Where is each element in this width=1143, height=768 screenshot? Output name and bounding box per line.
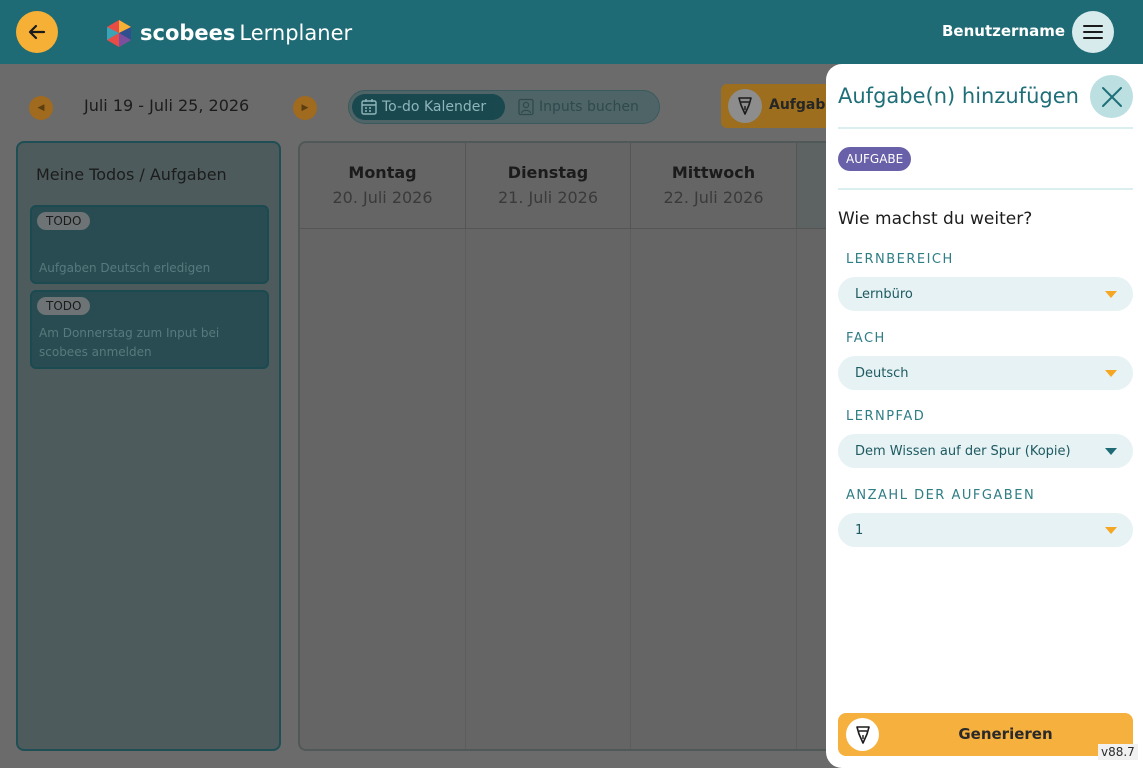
- todo-text: Am Donnerstag zum Input bei scobees anme…: [39, 326, 220, 359]
- caret-left-icon: ◀: [37, 103, 45, 113]
- todo-panel: Meine Todos / Aufgaben TODO Aufgaben Deu…: [16, 141, 281, 751]
- fach-value: Deutsch: [855, 365, 909, 381]
- date-label: 22. Juli 2026: [663, 188, 764, 207]
- lernbereich-label: LERNBEREICH: [846, 252, 954, 267]
- fach-label: FACH: [846, 331, 886, 346]
- arrow-left-icon: [28, 24, 46, 40]
- todo-text: Aufgaben Deutsch erledigen: [39, 261, 211, 275]
- todo-card[interactable]: TODO Am Donnerstag zum Input bei scobees…: [30, 290, 269, 369]
- dropdown-arrow-icon: [1105, 448, 1117, 455]
- add-task-drawer: Aufgabe(n) hinzufügen AUFGABE Wie machst…: [826, 64, 1143, 768]
- todo-card[interactable]: TODO Aufgaben Deutsch erledigen: [30, 205, 269, 284]
- question-heading: Wie machst du weiter?: [838, 209, 1033, 229]
- divider: [838, 127, 1133, 129]
- logo-brand-text: scobees: [140, 21, 236, 45]
- back-button[interactable]: [16, 11, 58, 53]
- scobees-logo-icon: [107, 20, 131, 47]
- generate-label: Generieren: [958, 725, 1053, 743]
- calendar-day-header: Montag 20. Juli 2026: [300, 143, 466, 229]
- anzahl-label: ANZAHL DER AUFGABEN: [846, 488, 1036, 503]
- week-calendar: Montag 20. Juli 2026 Dienstag 21. Juli 2…: [298, 141, 858, 751]
- fach-select[interactable]: Deutsch: [838, 356, 1133, 390]
- lernpfad-value: Dem Wissen auf der Spur (Kopie): [855, 443, 1071, 459]
- calendar-day-column[interactable]: [300, 229, 466, 749]
- calendar-day-column[interactable]: [631, 229, 797, 749]
- dropdown-arrow-icon: [1105, 291, 1117, 298]
- todo-badge: TODO: [37, 297, 91, 315]
- tab-inputs-buchen-label: Inputs buchen: [539, 99, 639, 115]
- close-icon: [1101, 86, 1122, 107]
- weekday-label: Montag: [348, 163, 417, 182]
- generate-button[interactable]: Generieren: [838, 713, 1133, 756]
- lernbereich-value: Lernbüro: [855, 286, 913, 302]
- username-label[interactable]: Benutzername: [942, 22, 1065, 40]
- close-button[interactable]: [1090, 75, 1133, 118]
- app-logo: scobees Lernplaner: [104, 18, 352, 48]
- dropdown-arrow-icon: [1105, 370, 1117, 377]
- anzahl-select[interactable]: 1: [838, 513, 1133, 547]
- person-icon: [518, 98, 534, 116]
- dropdown-arrow-icon: [1105, 527, 1117, 534]
- add-aufgabe-label: Aufgabe: [769, 97, 831, 113]
- date-label: 20. Juli 2026: [332, 188, 433, 207]
- week-range-label: Juli 19 - Juli 25, 2026: [84, 96, 250, 115]
- task-type-badge: AUFGABE: [838, 147, 912, 171]
- drawer-title: Aufgabe(n) hinzufügen: [838, 84, 1079, 108]
- anzahl-value: 1: [855, 522, 864, 538]
- lernpfad-select[interactable]: Dem Wissen auf der Spur (Kopie): [838, 434, 1133, 468]
- previous-week-button[interactable]: ◀: [29, 96, 53, 120]
- date-label: 21. Juli 2026: [497, 188, 599, 207]
- tab-todo-kalender[interactable]: To-do Kalender: [352, 94, 505, 120]
- next-week-button[interactable]: ▶: [293, 96, 317, 120]
- version-label: v88.7: [1098, 744, 1138, 760]
- lernpfad-label: LERNPFAD: [846, 409, 926, 424]
- tab-todo-kalender-label: To-do Kalender: [382, 99, 487, 115]
- menu-button[interactable]: [1072, 11, 1114, 53]
- calendar-day-header: Mittwoch 22. Juli 2026: [631, 143, 797, 229]
- lernbereich-select[interactable]: Lernbüro: [838, 277, 1133, 311]
- weekday-label: Dienstag: [507, 163, 589, 182]
- calendar-day-column[interactable]: [466, 229, 631, 749]
- view-toggle: To-do Kalender Inputs buchen: [348, 90, 660, 124]
- weekday-label: Mittwoch: [671, 163, 756, 182]
- todo-panel-title: Meine Todos / Aufgaben: [36, 165, 227, 184]
- app-header: scobees Lernplaner Benutzername: [0, 0, 1143, 64]
- hamburger-menu-icon: [1083, 25, 1103, 39]
- tab-inputs-buchen[interactable]: Inputs buchen: [517, 94, 639, 120]
- divider: [838, 188, 1133, 190]
- logo-product-text: Lernplaner: [239, 21, 353, 45]
- todo-badge: TODO: [37, 212, 91, 230]
- calendar-icon: [361, 99, 377, 115]
- add-aufgabe-button[interactable]: Aufgabe: [721, 84, 831, 128]
- caret-right-icon: ▶: [301, 103, 309, 113]
- calendar-day-header: Dienstag 21. Juli 2026: [466, 143, 631, 229]
- pen-nib-icon: [728, 89, 762, 123]
